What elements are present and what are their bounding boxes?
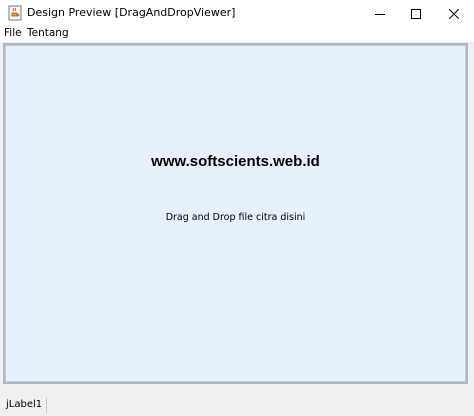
- maximize-button[interactable]: [398, 0, 434, 26]
- drop-zone[interactable]: www.softscients.web.id Drag and Drop fil…: [3, 43, 468, 384]
- window-title: Design Preview [DragAndDropViewer]: [27, 6, 236, 19]
- minimize-icon: [375, 4, 385, 23]
- status-label: jLabel1: [6, 399, 43, 410]
- menu-tentang[interactable]: Tentang: [27, 27, 69, 39]
- menu-bar: File Tentang: [0, 26, 474, 42]
- website-heading: www.softscients.web.id: [151, 153, 320, 170]
- close-button[interactable]: [436, 0, 472, 26]
- menu-file[interactable]: File: [4, 27, 22, 39]
- drop-hint-text: Drag and Drop file citra disini: [165, 212, 306, 223]
- title-bar[interactable]: Design Preview [DragAndDropViewer]: [0, 0, 474, 26]
- status-divider: [46, 397, 47, 413]
- close-icon: [448, 4, 460, 23]
- java-cup-icon: [8, 5, 22, 21]
- status-bar: jLabel1: [0, 394, 474, 416]
- maximize-icon: [411, 4, 421, 23]
- minimize-button[interactable]: [362, 0, 398, 26]
